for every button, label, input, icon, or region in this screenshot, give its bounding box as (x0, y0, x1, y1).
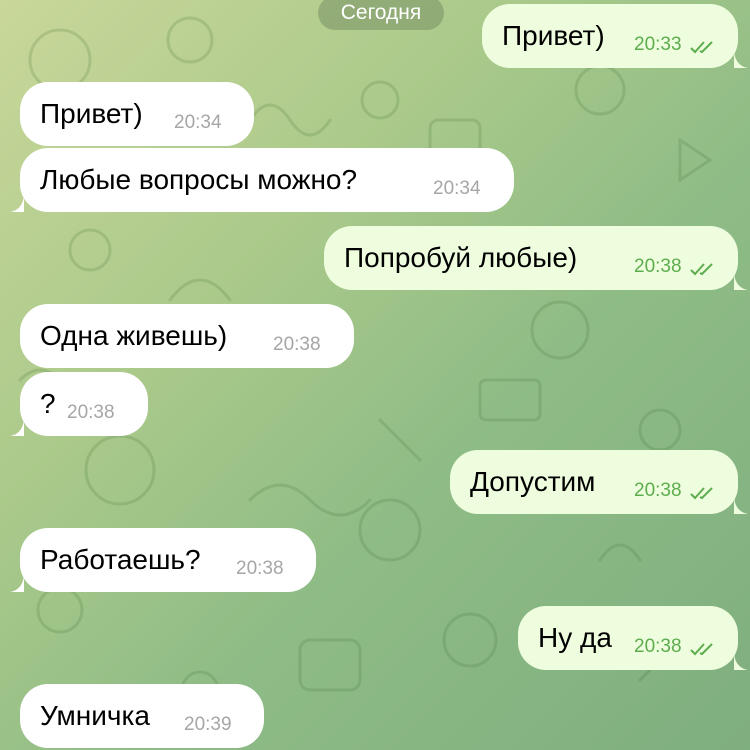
bubble-tail-icon (734, 274, 748, 290)
message-outgoing[interactable]: Ну да 20:38 (518, 606, 748, 670)
message-text: Привет) (40, 98, 143, 129)
bubble-tail-icon (10, 576, 24, 592)
message-outgoing[interactable]: Попробуй любые) 20:38 (324, 226, 748, 290)
message-text: Умничка (40, 700, 150, 731)
bubble-tail-icon (734, 498, 748, 514)
chat-history[interactable]: Сегодня Привет) 20:33 Привет) 20:34 Любы… (0, 0, 750, 750)
read-checkmarks-icon (690, 643, 713, 656)
read-checkmarks-icon (690, 487, 713, 500)
bubble-tail-icon (734, 654, 748, 670)
date-separator: Сегодня (318, 0, 444, 30)
message-incoming[interactable]: Умничка 20:39 (20, 684, 264, 748)
message-text: Одна живешь) (40, 320, 228, 351)
bubble-tail-icon (734, 52, 748, 68)
message-time: 20:33 (634, 34, 682, 55)
message-text: Работаешь? (40, 544, 201, 575)
read-checkmarks-icon (690, 263, 713, 276)
message-time: 20:38 (634, 636, 682, 657)
message-time: 20:34 (174, 112, 222, 133)
message-time: 20:38 (634, 480, 682, 501)
message-time: 20:34 (433, 178, 481, 199)
message-time: 20:38 (236, 558, 284, 579)
message-incoming[interactable]: Работаешь? 20:38 (10, 528, 316, 592)
message-text: Попробуй любые) (344, 242, 578, 273)
bubble-tail-icon (10, 420, 24, 436)
message-time: 20:38 (634, 256, 682, 277)
message-outgoing[interactable]: Привет) 20:33 (482, 4, 748, 68)
message-time: 20:38 (273, 334, 321, 355)
message-text: Ну да (538, 622, 612, 653)
message-incoming[interactable]: Любые вопросы можно? 20:34 (10, 148, 514, 212)
message-text: Любые вопросы можно? (40, 164, 358, 195)
message-text: ? (40, 388, 56, 419)
message-incoming[interactable]: Привет) 20:34 (20, 82, 254, 146)
read-checkmarks-icon (690, 41, 713, 54)
message-text: Привет) (502, 20, 605, 51)
message-incoming[interactable]: ? 20:38 (10, 372, 148, 436)
bubble-tail-icon (10, 196, 24, 212)
message-outgoing[interactable]: Допустим 20:38 (450, 450, 748, 514)
message-time: 20:39 (184, 714, 232, 735)
message-incoming[interactable]: Одна живешь) 20:38 (20, 304, 354, 368)
message-text: Допустим (470, 466, 596, 497)
message-time: 20:38 (67, 402, 115, 423)
